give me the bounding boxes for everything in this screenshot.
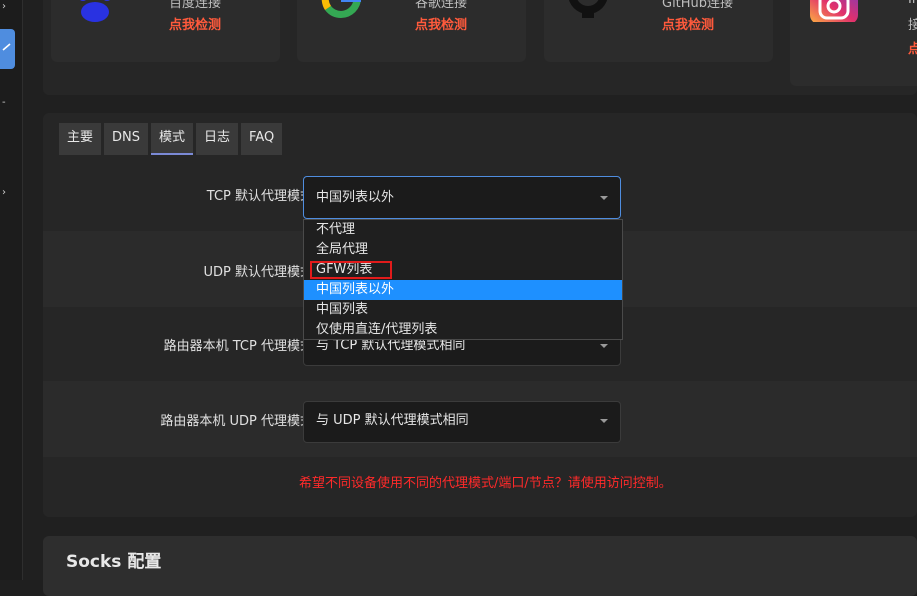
card-title: 百度连接 [169,0,222,11]
card-google: 谷歌连接 点我检测 [297,0,526,62]
dropdown-option[interactable]: 全局代理 [304,240,622,260]
card-baidu: 百度连接 点我检测 [51,0,280,62]
tcp-mode-select[interactable]: 中国列表以外 [303,176,621,219]
section-title: Socks 配置 [66,552,162,572]
chevron-right-icon[interactable]: › [2,188,8,198]
check-icon [2,43,11,51]
tab-log[interactable]: 日志 [196,123,239,155]
socks-config-section: Socks 配置 [43,536,917,596]
udp-mode-label: UDP 默认代理模式 [203,265,314,280]
tab-mode[interactable]: 模式 [151,123,194,155]
router-udp-value: 与 UDP 默认代理模式相同 [316,413,469,428]
tcp-mode-label: TCP 默认代理模式 [206,189,313,204]
card-title: GitHub连接 [662,0,734,11]
check-link[interactable]: 点我检测 [169,14,221,33]
baidu-paw-icon [71,0,119,24]
connection-check-panel: 百度连接 点我检测 谷歌连接 点我检测 GitHub连接 点我检测 接 点 [43,0,917,95]
google-icon [317,0,365,24]
dropdown-option-gfw[interactable]: GFW列表 [304,260,622,280]
dropdown-option[interactable]: 不代理 [304,220,622,240]
sidebar-active-item[interactable] [0,29,15,69]
check-link[interactable]: 点 [908,38,917,57]
chevron-right-icon[interactable]: › [2,2,8,12]
card-instagram: In 接 点 [790,0,917,86]
main-area: 百度连接 点我检测 谷歌连接 点我检测 GitHub连接 点我检测 接 点 主要… [23,0,917,596]
instagram-icon [810,0,858,22]
router-tcp-label: 路由器本机 TCP 代理模式 [163,339,313,354]
check-link[interactable]: 点我检测 [662,14,714,33]
tcp-mode-value: 中国列表以外 [316,190,395,205]
card-github: GitHub连接 点我检测 [544,0,773,62]
card-title: 谷歌连接 [415,0,468,11]
tab-faq[interactable]: FAQ [241,123,283,155]
chevron-down-icon [600,344,608,348]
sidebar: › - › [0,0,23,580]
chevron-down-icon [600,196,608,200]
dropdown-option-selected[interactable]: 中国列表以外 [304,280,622,300]
dropdown-option[interactable]: 中国列表 [304,300,622,320]
settings-tabs: 主要 DNS 模式 日志 FAQ [59,123,283,155]
router-tcp-value: 与 TCP 默认代理模式相同 [316,338,466,353]
router-udp-row: 路由器本机 UDP 代理模式 与 UDP 默认代理模式相同 [43,381,917,457]
access-control-hint: 希望不同设备使用不同的代理模式/端口/节点？请使用访问控制。 [299,476,672,491]
card-subtitle: 接 [908,18,917,33]
dash-icon[interactable]: - [2,98,8,108]
router-udp-select[interactable]: 与 UDP 默认代理模式相同 [303,401,621,443]
router-udp-label: 路由器本机 UDP 代理模式 [160,414,313,429]
check-link[interactable]: 点我检测 [415,14,467,33]
dropdown-option[interactable]: 仅使用直连/代理列表 [304,320,622,340]
tab-dns[interactable]: DNS [104,123,149,155]
card-title: In [908,0,917,7]
chevron-down-icon [600,419,608,423]
highlight-box [310,261,392,279]
github-icon [564,0,612,24]
tcp-mode-dropdown: 不代理 全局代理 GFW列表 中国列表以外 中国列表 仅使用直连/代理列表 [303,219,623,340]
tab-main[interactable]: 主要 [59,123,102,155]
